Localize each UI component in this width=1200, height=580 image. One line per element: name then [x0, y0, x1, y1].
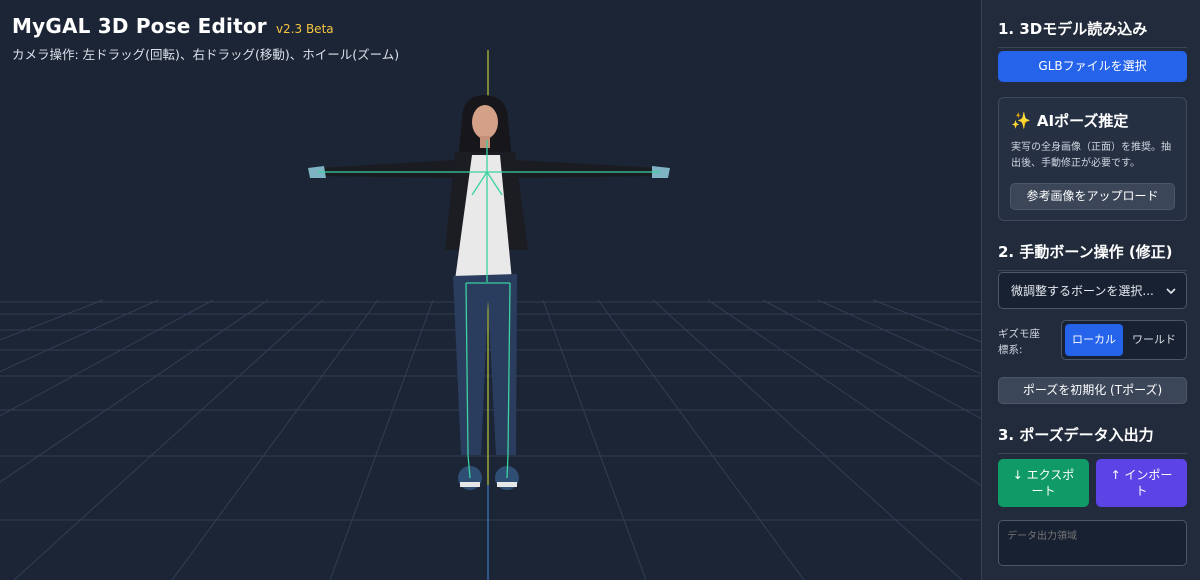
version-badge: v2.3 Beta — [275, 22, 334, 36]
reset-pose-button[interactable]: ポーズを初期化 (Tポーズ) — [998, 377, 1187, 404]
bone-select[interactable]: 微調整するボーンを選択... — [998, 272, 1187, 309]
ai-pose-card: ✨ AIポーズ推定 実写の全身画像（正面）を推奨。抽出後、手動修正が必要です。 … — [998, 97, 1187, 221]
character-model[interactable] — [308, 95, 670, 490]
data-output-field[interactable] — [998, 520, 1187, 566]
pose-editor-app: MyGAL 3D Pose Editor v2.3 Beta カメラ操作: 左ド… — [0, 0, 1200, 580]
scene-canvas[interactable] — [0, 0, 981, 580]
chevron-down-icon — [1166, 284, 1176, 298]
gizmo-world-button[interactable]: ワールド — [1125, 324, 1183, 356]
ai-description: 実写の全身画像（正面）を推奨。抽出後、手動修正が必要です。 — [1011, 142, 1171, 169]
ai-card-title: ✨ AIポーズ推定 — [1011, 110, 1174, 131]
ai-title-text: AIポーズ推定 — [1036, 112, 1129, 130]
export-button[interactable]: ↓ エクスポート — [998, 459, 1089, 507]
upload-reference-button[interactable]: 参考画像をアップロード — [1010, 183, 1175, 210]
camera-hint: カメラ操作: 左ドラッグ(回転)、右ドラッグ(移動)、ホイール(ズーム) — [12, 47, 400, 62]
3d-viewport[interactable]: MyGAL 3D Pose Editor v2.3 Beta カメラ操作: 左ド… — [0, 0, 981, 580]
gizmo-label: ギズモ座標系: — [998, 328, 1040, 356]
section3-title: 3. ポーズデータ入出力 — [998, 424, 1187, 454]
app-title: MyGAL 3D Pose Editor v2.3 Beta — [12, 14, 399, 38]
sparkles-icon: ✨ — [1011, 111, 1031, 130]
section1-title: 1. 3Dモデル読み込み — [998, 18, 1187, 48]
bone-select-value: 微調整するボーンを選択... — [1011, 284, 1154, 298]
gizmo-space-toggle: ローカル ワールド — [1061, 320, 1187, 360]
control-panel: 1. 3Dモデル読み込み GLBファイルを選択 ✨ AIポーズ推定 実写の全身画… — [981, 0, 1200, 580]
gizmo-local-button[interactable]: ローカル — [1065, 324, 1123, 356]
import-button[interactable]: ↑ インポート — [1096, 459, 1187, 507]
app-title-text: MyGAL 3D Pose Editor — [12, 14, 267, 38]
title-block: MyGAL 3D Pose Editor v2.3 Beta カメラ操作: 左ド… — [12, 14, 399, 63]
select-glb-button[interactable]: GLBファイルを選択 — [998, 51, 1187, 82]
section2-title: 2. 手動ボーン操作 (修正) — [998, 241, 1187, 271]
